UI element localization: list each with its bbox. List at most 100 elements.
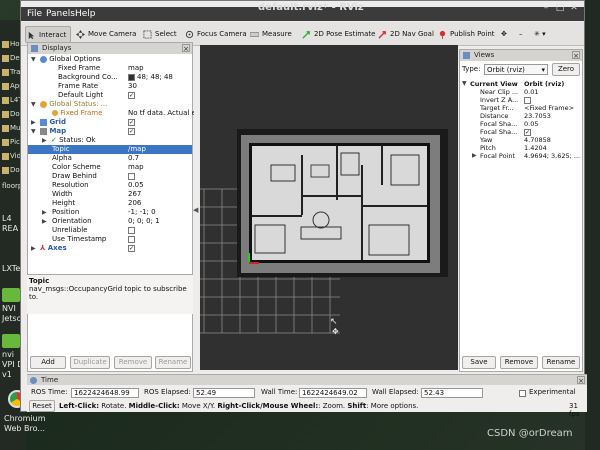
row-value[interactable]: 23.7053 (524, 112, 582, 120)
remove-view-button[interactable]: Remove (500, 356, 538, 369)
desktop-app-label[interactable]: nvi (2, 350, 14, 359)
panel-close-icon[interactable]: × (182, 44, 190, 53)
rename-display-button[interactable]: Rename (155, 356, 191, 369)
default-light-checkbox[interactable]: ✓ (128, 91, 135, 99)
panel-close-icon[interactable]: × (577, 376, 585, 385)
tree-row-default-light[interactable]: Default Light ✓ (28, 91, 192, 100)
row-value[interactable]: 4.9694; 3.625; ... (524, 152, 582, 160)
ros-time-field[interactable]: 1622424648.99 (71, 388, 139, 398)
focus-camera-tool[interactable]: Focus Camera (184, 26, 247, 43)
view-row-pitch[interactable]: Pitch 1.4204 (460, 144, 582, 152)
tree-row-axes[interactable]: ▶ ⅄ Axes ✓ (28, 244, 192, 253)
zero-button[interactable]: Zero (552, 63, 580, 76)
tree-row-height[interactable]: Height 206 (28, 199, 192, 208)
tree-row-grid[interactable]: ▶ Grid ✓ (28, 118, 192, 127)
save-view-button[interactable]: Save (462, 356, 496, 369)
expand-arrow-icon[interactable]: ▶ (42, 136, 47, 145)
tree-row-global-status[interactable]: ▼ Global Status: ... (28, 100, 192, 109)
add-tool-icon[interactable]: ✥ (501, 26, 507, 43)
wall-time-field[interactable]: 1622424649.02 (299, 388, 367, 398)
view-row-focal-shape-size[interactable]: Focal Sha... 0.05 (460, 120, 582, 128)
draw-behind-checkbox[interactable] (128, 172, 135, 180)
row-value[interactable]: <Fixed Frame> (524, 104, 582, 112)
tool-options-icon[interactable]: ✳ ▾ (534, 26, 546, 43)
move-camera-tool[interactable]: Move Camera (75, 26, 136, 43)
row-value[interactable]: 4.70858 (524, 136, 582, 144)
maximize-icon[interactable]: □ (555, 3, 565, 13)
wall-elapsed-field[interactable]: 52.43 (421, 388, 483, 398)
row-value[interactable]: map (128, 163, 194, 172)
render-3d-view[interactable]: ↖ ✥ (200, 45, 458, 370)
experimental-checkbox[interactable] (519, 390, 526, 397)
view-row-focal-shape-fixed[interactable]: Focal Sha... ✓ (460, 128, 582, 136)
row-value[interactable]: 0.7 (128, 154, 194, 163)
view-row-focal-point[interactable]: ▶ Focal Point 4.9694; 3.625; ... (460, 152, 582, 160)
unreliable-checkbox[interactable] (128, 226, 135, 234)
desktop-app-label[interactable]: Chromium (4, 414, 46, 423)
row-value[interactable]: map (128, 64, 194, 73)
menu-help[interactable]: Help (75, 9, 96, 19)
tree-row-draw-behind[interactable]: Draw Behind (28, 172, 192, 181)
expand-arrow-icon[interactable]: ▶ (31, 244, 36, 253)
nvidia-icon[interactable] (2, 334, 20, 348)
tree-row-unreliable[interactable]: Unreliable (28, 226, 192, 235)
focal-shape-checkbox[interactable]: ✓ (524, 128, 531, 136)
add-display-button[interactable]: Add (30, 356, 66, 369)
tree-row-alpha[interactable]: Alpha 0.7 (28, 154, 192, 163)
expand-arrow-icon[interactable]: ▶ (42, 208, 47, 217)
axes-checkbox[interactable]: ✓ (128, 244, 135, 252)
rename-view-button[interactable]: Rename (542, 356, 580, 369)
view-type-select[interactable]: Orbit (rviz) ▾ (484, 64, 548, 75)
tree-row-status-ok[interactable]: ▶ ✓ Status: Ok (28, 136, 192, 145)
color-swatch[interactable] (128, 73, 135, 81)
row-value[interactable]: 0.01 (524, 88, 582, 96)
row-value[interactable]: 30 (128, 82, 194, 91)
view-row-current[interactable]: ▼ Current View Orbit (rviz) (460, 80, 582, 88)
invert-z-checkbox[interactable] (524, 96, 531, 104)
expand-arrow-icon[interactable]: ▼ (31, 55, 36, 64)
tree-row-color-scheme[interactable]: Color Scheme map (28, 163, 192, 172)
remove-tool-icon[interactable]: – (519, 26, 523, 43)
close-icon[interactable]: ✕ (569, 3, 579, 13)
view-row-near-clip[interactable]: Near Clip ... 0.01 (460, 88, 582, 96)
remove-display-button[interactable]: Remove (114, 356, 152, 369)
desktop-app-label[interactable]: NVI (2, 304, 16, 313)
nav-goal-tool[interactable]: 2D Nav Goal (377, 26, 434, 43)
menu-file[interactable]: File (27, 9, 42, 19)
select-tool[interactable]: Select (142, 26, 177, 43)
reset-button[interactable]: Reset (29, 400, 55, 412)
expand-arrow-icon[interactable]: ▶ (472, 152, 477, 160)
map-checkbox[interactable]: ✓ (128, 127, 135, 135)
view-row-yaw[interactable]: Yaw 4.70858 (460, 136, 582, 144)
grid-checkbox[interactable]: ✓ (128, 118, 135, 126)
collapse-left-icon[interactable]: ◀ (193, 206, 198, 214)
interact-tool[interactable]: Interact (25, 26, 72, 43)
minimize-icon[interactable]: – (541, 3, 551, 13)
duplicate-display-button[interactable]: Duplicate (70, 356, 110, 369)
tree-row-map[interactable]: ▼ Map ✓ (28, 127, 192, 136)
publish-point-tool[interactable]: Publish Point (437, 26, 495, 43)
row-value[interactable]: 1.4204 (524, 144, 582, 152)
tree-row-topic[interactable]: Topic /map (28, 145, 192, 154)
row-value[interactable]: 48; 48; 48 (137, 73, 173, 81)
tree-row-resolution[interactable]: Resolution 0.05 (28, 181, 192, 190)
nvidia-icon[interactable] (2, 288, 20, 302)
tree-row-use-timestamp[interactable]: Use Timestamp (28, 235, 192, 244)
panel-close-icon[interactable]: × (572, 51, 580, 60)
desktop-app-label[interactable]: Web Bro... (4, 424, 45, 433)
expand-arrow-icon[interactable]: ▼ (31, 100, 36, 109)
tree-row-global-options[interactable]: ▼ Global Options (28, 55, 192, 64)
tree-row-status-fixed-frame[interactable]: Fixed Frame No tf data. Actual er... (28, 109, 194, 118)
view-row-distance[interactable]: Distance 23.7053 (460, 112, 582, 120)
view-row-invert-z[interactable]: Invert Z A... (460, 96, 582, 104)
measure-tool[interactable]: Measure (249, 26, 292, 43)
expand-arrow-icon[interactable]: ▼ (31, 127, 36, 136)
use-timestamp-checkbox[interactable] (128, 235, 135, 243)
ros-elapsed-field[interactable]: 52.49 (193, 388, 255, 398)
expand-arrow-icon[interactable]: ▶ (31, 118, 36, 127)
tree-row-fixed-frame[interactable]: Fixed Frame map (28, 64, 192, 73)
tree-row-background-color[interactable]: Background Co... 48; 48; 48 (28, 73, 192, 82)
view-row-target-frame[interactable]: Target Fr... <Fixed Frame> (460, 104, 582, 112)
menu-panels[interactable]: Panels (46, 9, 75, 19)
row-value[interactable]: /map (128, 145, 194, 154)
